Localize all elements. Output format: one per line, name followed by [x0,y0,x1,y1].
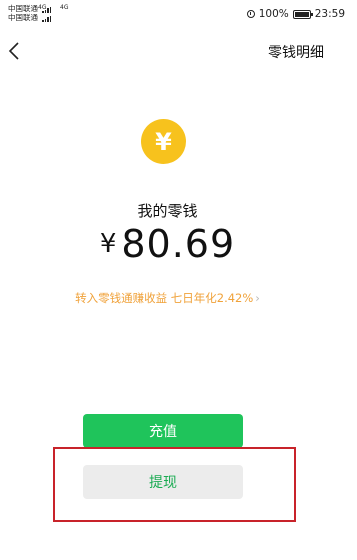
back-button[interactable] [2,38,26,64]
clock: 23:59 [314,8,345,20]
balance-amount: ¥80.69 [0,222,335,266]
network-type-1: 4G [38,4,47,11]
battery-percent: 100% [258,8,289,20]
alarm-icon [246,10,255,18]
carrier-2-label: 中国联通 [8,13,38,22]
chevron-left-icon [8,42,19,60]
status-right: 100% 23:59 [246,8,345,20]
yuan-coin-icon: ¥ [141,119,186,164]
battery-icon [292,9,313,19]
navbar: 零钱明细 [0,30,357,74]
page-title[interactable]: 零钱明细 [268,42,324,62]
balance-value: 80.69 [121,222,236,266]
top-up-button[interactable]: 充值 [83,414,243,448]
licaitong-promo-link[interactable]: 转入零钱通赚收益 七日年化2.42% › [0,290,335,306]
chevron-right-icon: › [255,291,260,305]
network-type-2: 4G [60,4,69,11]
carrier-1-label: 中国联通 [8,4,38,13]
wallet-label: 我的零钱 [137,202,198,220]
currency-symbol: ¥ [99,229,118,259]
promo-text: 转入零钱通赚收益 七日年化2.42% [75,291,254,305]
coin-symbol: ¥ [155,127,172,156]
status-bar: 中国联通 中国联通 4G 4G 100% 23:59 [0,0,357,30]
annotation-highlight-box [53,447,296,522]
signal-2-icon [42,13,52,22]
